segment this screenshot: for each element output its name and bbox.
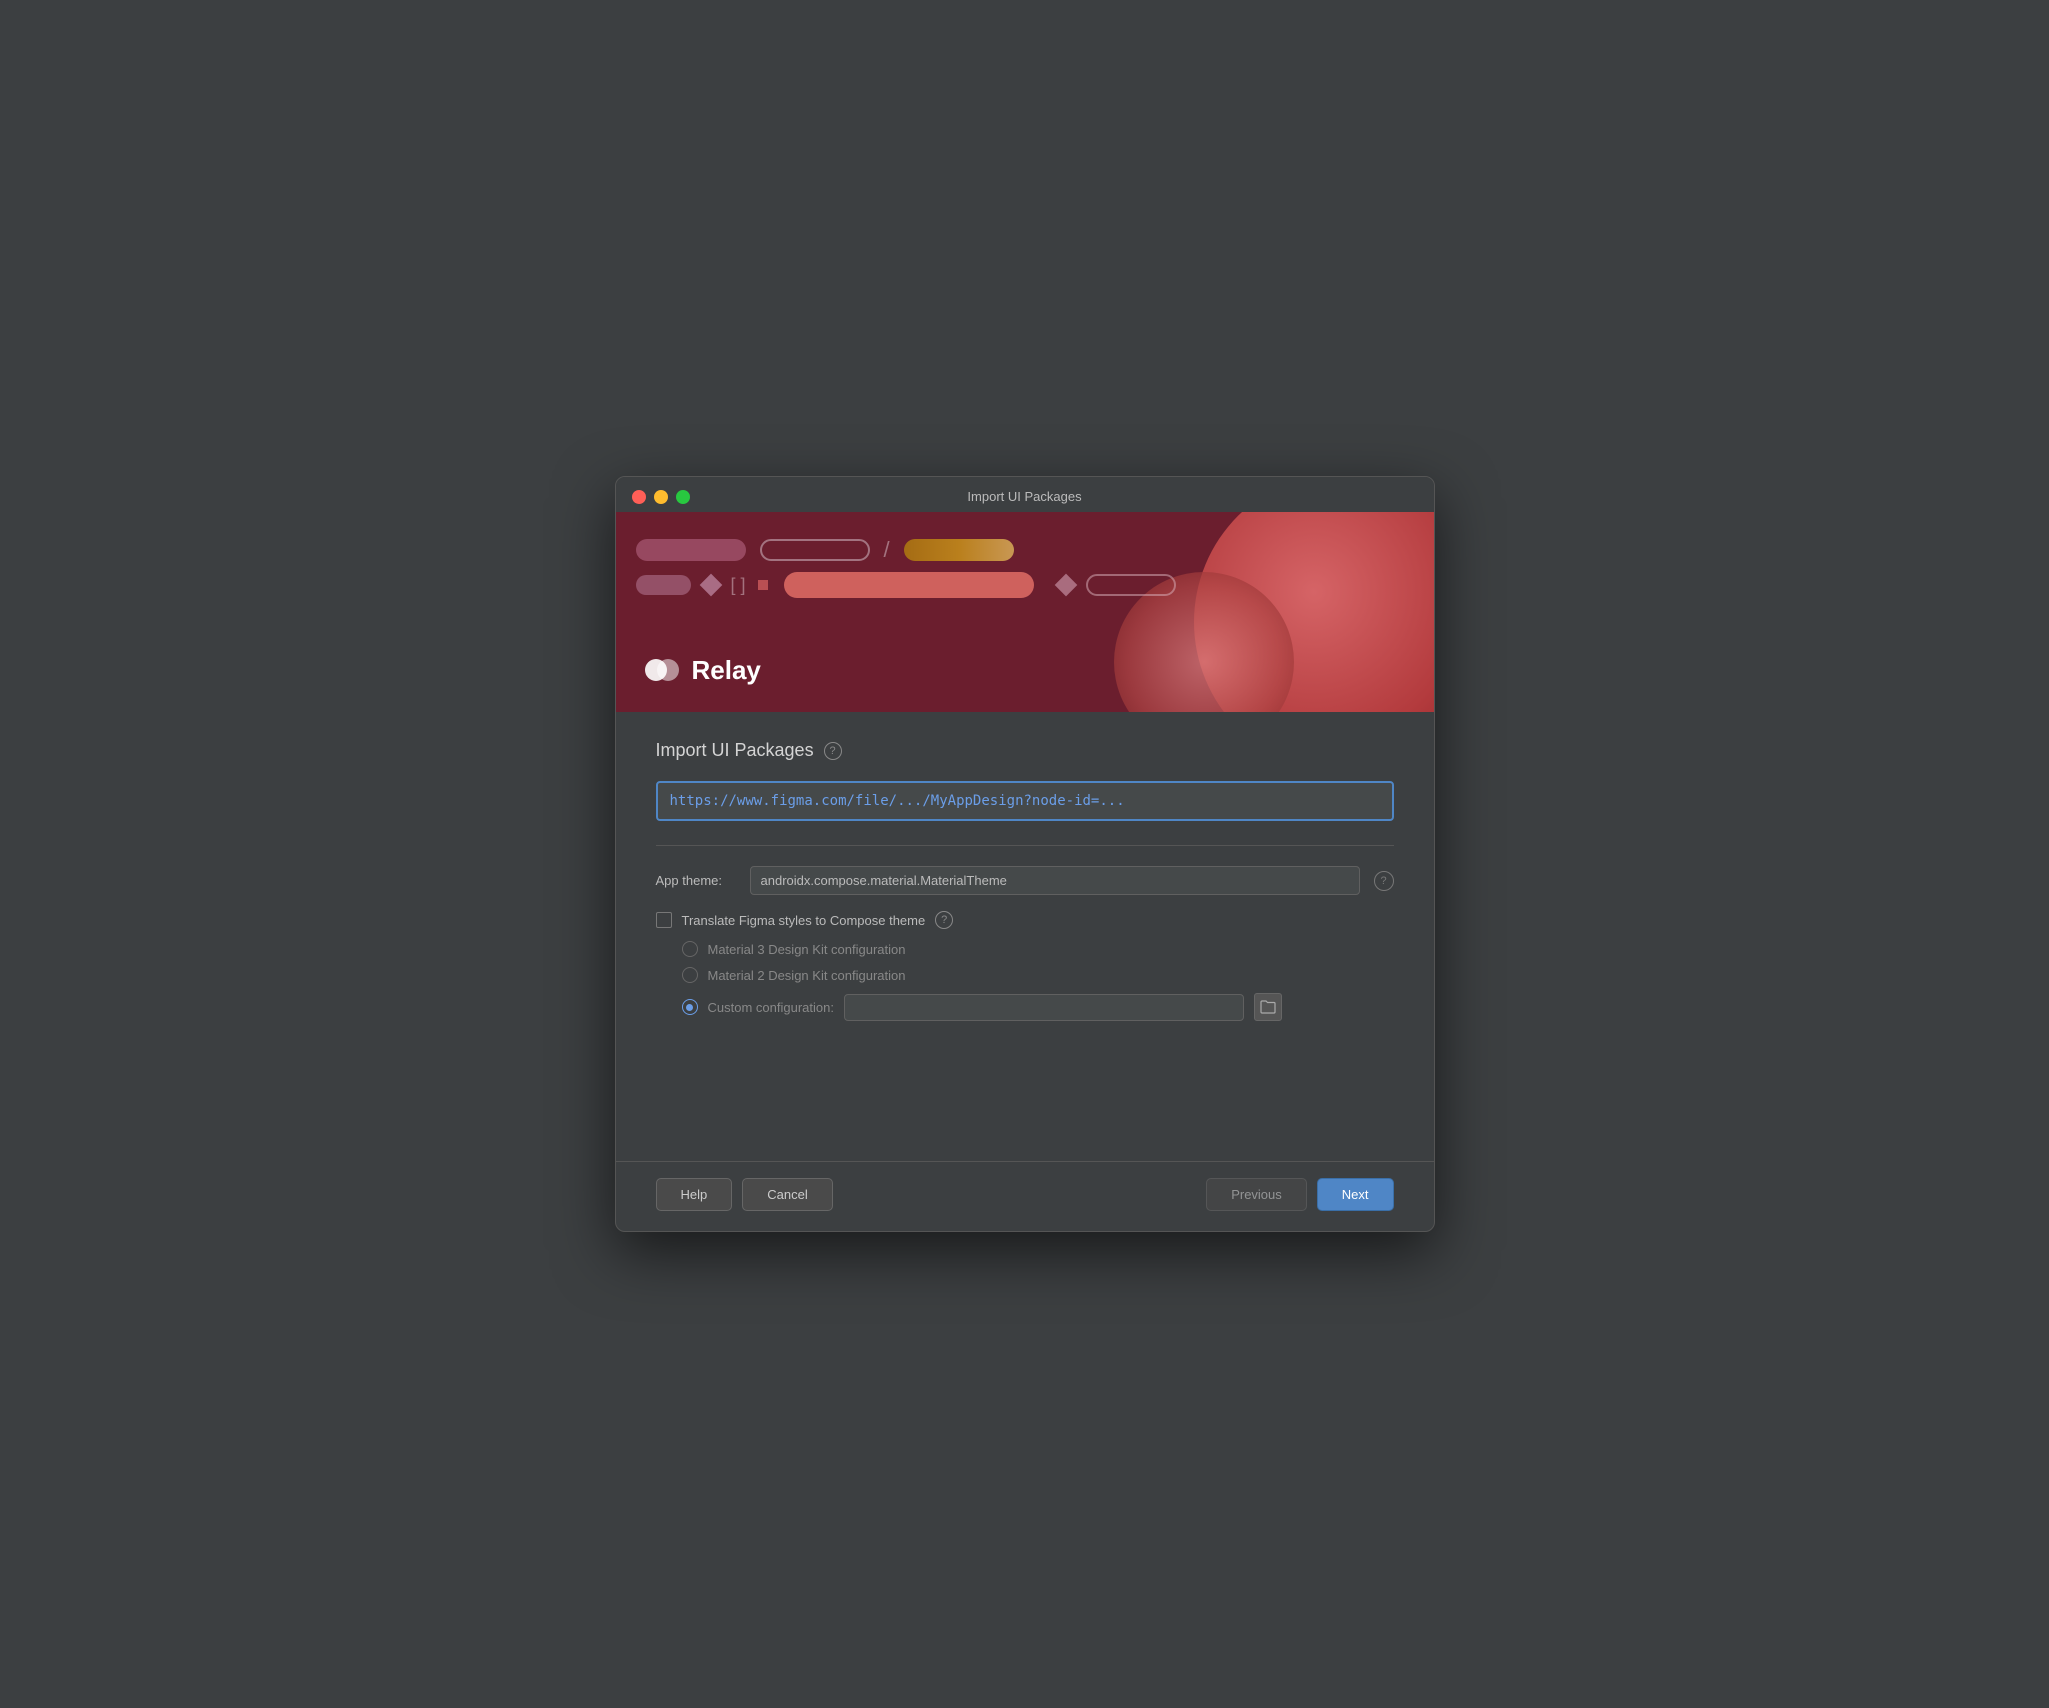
close-button[interactable]: [632, 490, 646, 504]
deco-pill-outline2: [1086, 574, 1176, 596]
radio-custom[interactable]: [682, 999, 698, 1015]
main-content: Import UI Packages ? App theme: ? Transl…: [616, 712, 1434, 1041]
deco-pill-salmon: [784, 572, 1034, 598]
section-title-row: Import UI Packages ?: [656, 740, 1394, 761]
translate-checkbox-row: Translate Figma styles to Compose theme …: [656, 911, 1394, 929]
custom-config-input[interactable]: [844, 994, 1244, 1021]
deco-bracket: [ ]: [731, 575, 746, 596]
url-input[interactable]: [658, 783, 1392, 819]
relay-logo-icon: [644, 652, 680, 688]
deco-tag: [636, 575, 691, 595]
title-bar: Import UI Packages: [616, 477, 1434, 512]
radio-material2[interactable]: [682, 967, 698, 983]
help-button[interactable]: Help: [656, 1178, 733, 1211]
folder-icon: [1260, 1000, 1276, 1014]
relay-logo: Relay: [644, 652, 761, 688]
radio-material3[interactable]: [682, 941, 698, 957]
radio-custom-label: Custom configuration:: [708, 1000, 834, 1015]
deco-pill-3: [904, 539, 1014, 561]
radio-material2-label: Material 2 Design Kit configuration: [708, 968, 906, 983]
radio-material3-label: Material 3 Design Kit configuration: [708, 942, 906, 957]
deco-row1: /: [636, 537, 1014, 563]
footer-left: Help Cancel: [656, 1178, 833, 1211]
cancel-button[interactable]: Cancel: [742, 1178, 832, 1211]
next-button[interactable]: Next: [1317, 1178, 1394, 1211]
section-help-icon[interactable]: ?: [824, 742, 842, 760]
deco-slash: /: [884, 537, 890, 563]
app-theme-label: App theme:: [656, 873, 736, 888]
window-title: Import UI Packages: [967, 489, 1081, 504]
traffic-lights: [632, 490, 690, 504]
translate-label: Translate Figma styles to Compose theme: [682, 913, 926, 928]
divider: [656, 845, 1394, 846]
deco-diamond: [699, 574, 722, 597]
maximize-button[interactable]: [676, 490, 690, 504]
deco-pill-1: [636, 539, 746, 561]
folder-browse-button[interactable]: [1254, 993, 1282, 1021]
hero-banner: / [ ] Relay: [616, 512, 1434, 712]
previous-button[interactable]: Previous: [1206, 1178, 1307, 1211]
url-input-wrapper: [656, 781, 1394, 821]
radio-material3-row: Material 3 Design Kit configuration: [682, 941, 1394, 957]
app-theme-input[interactable]: [750, 866, 1360, 895]
footer: Help Cancel Previous Next: [616, 1161, 1434, 1231]
relay-name: Relay: [692, 655, 761, 686]
app-theme-help-icon[interactable]: ?: [1374, 871, 1394, 891]
footer-right: Previous Next: [1206, 1178, 1393, 1211]
deco-square: [758, 580, 768, 590]
translate-help-icon[interactable]: ?: [935, 911, 953, 929]
minimize-button[interactable]: [654, 490, 668, 504]
section-title-text: Import UI Packages: [656, 740, 814, 761]
radio-custom-row: Custom configuration:: [682, 993, 1394, 1021]
radio-group: Material 3 Design Kit configuration Mate…: [682, 941, 1394, 1021]
app-theme-row: App theme: ?: [656, 866, 1394, 895]
translate-checkbox[interactable]: [656, 912, 672, 928]
deco-row2: [ ]: [636, 572, 1176, 598]
window: Import UI Packages / [ ]: [615, 476, 1435, 1232]
deco-pill-2: [760, 539, 870, 561]
radio-material2-row: Material 2 Design Kit configuration: [682, 967, 1394, 983]
deco-diamond2: [1054, 574, 1077, 597]
